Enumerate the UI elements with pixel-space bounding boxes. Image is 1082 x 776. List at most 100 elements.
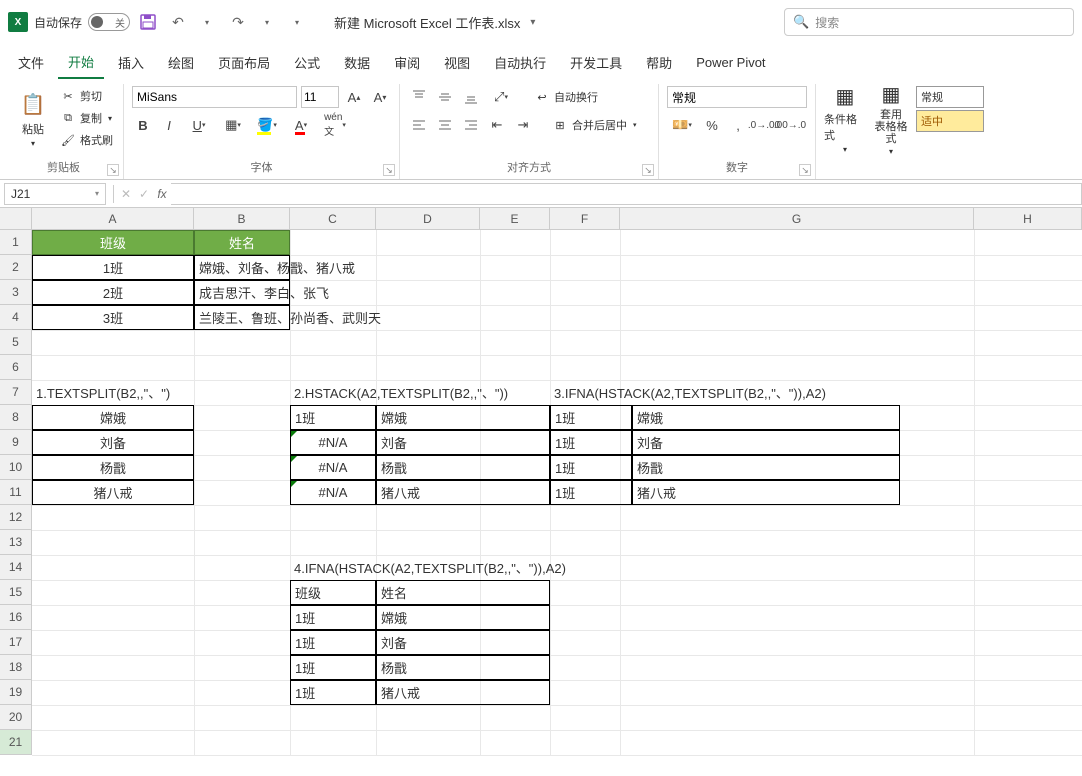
cell[interactable]: 杨戬 [376, 455, 550, 480]
row-header-11[interactable]: 11 [0, 480, 32, 505]
cell[interactable]: 姓名 [376, 580, 550, 605]
tab-开始[interactable]: 开始 [58, 46, 104, 79]
increase-indent-button[interactable]: ⇥ [512, 114, 534, 136]
format-as-table-button[interactable]: ▦ 套用 表格格式 ▾ [870, 86, 912, 152]
cell[interactable]: 兰陵王、鲁班、孙尚香、武则天 [194, 305, 290, 330]
col-header-H[interactable]: H [974, 208, 1082, 230]
cell[interactable]: 成吉思汗、李白、张飞 [194, 280, 290, 305]
align-bottom-button[interactable] [460, 86, 482, 108]
align-center-button[interactable] [434, 114, 456, 136]
insert-function-button[interactable]: fx [153, 185, 171, 203]
underline-button[interactable]: U▾ [184, 114, 214, 136]
cell[interactable]: 嫦娥 [376, 605, 550, 630]
conditional-format-button[interactable]: ▦ 条件格式 ▾ [824, 86, 866, 152]
font-size-select[interactable] [301, 86, 339, 108]
cell[interactable] [550, 405, 620, 430]
row-header-3[interactable]: 3 [0, 280, 32, 305]
col-header-G[interactable]: G [620, 208, 974, 230]
cell[interactable]: 猪八戒 [376, 680, 550, 705]
row-header-7[interactable]: 7 [0, 380, 32, 405]
undo-button[interactable]: ↶ [166, 10, 190, 34]
cell[interactable]: 刘备 [632, 430, 900, 455]
row-header-12[interactable]: 12 [0, 505, 32, 530]
cell[interactable]: 1.TEXTSPLIT(B2,,"、") [32, 380, 194, 405]
row-header-2[interactable]: 2 [0, 255, 32, 280]
undo-dropdown[interactable]: ▾ [196, 10, 220, 34]
decrease-decimal-button[interactable]: .00→.0 [779, 114, 801, 136]
document-dropdown[interactable]: ▾ [530, 17, 535, 28]
cell[interactable]: 杨戬 [632, 455, 900, 480]
merge-center-button[interactable]: ⊞合并后居中▾ [550, 115, 650, 135]
number-launcher[interactable]: ↘ [799, 164, 811, 176]
row-header-9[interactable]: 9 [0, 430, 32, 455]
format-painter-button[interactable]: 🖌格式刷 [58, 130, 115, 150]
row-header-16[interactable]: 16 [0, 605, 32, 630]
row-header-5[interactable]: 5 [0, 330, 32, 355]
cell[interactable] [550, 480, 620, 505]
cell[interactable]: 杨戬 [376, 655, 550, 680]
row-header-21[interactable]: 21 [0, 730, 32, 755]
cell[interactable]: 4.IFNA(HSTACK(A2,TEXTSPLIT(B2,,"、")),A2) [290, 555, 376, 580]
border-button[interactable]: ▦▾ [218, 114, 248, 136]
percent-button[interactable]: % [701, 114, 723, 136]
font-launcher[interactable]: ↘ [383, 164, 395, 176]
tab-审阅[interactable]: 审阅 [384, 47, 430, 78]
tab-帮助[interactable]: 帮助 [636, 47, 682, 78]
cell[interactable]: 嫦娥、刘备、杨戬、猪八戒 [194, 255, 290, 280]
row-header-10[interactable]: 10 [0, 455, 32, 480]
autosave-toggle[interactable]: 关 [88, 13, 130, 31]
wrap-text-button[interactable]: ↩自动换行 [532, 87, 622, 107]
align-right-button[interactable] [460, 114, 482, 136]
row-header-13[interactable]: 13 [0, 530, 32, 555]
col-header-B[interactable]: B [194, 208, 290, 230]
align-left-button[interactable] [408, 114, 430, 136]
search-box[interactable]: 🔍 搜索 [784, 8, 1074, 36]
accounting-format-button[interactable]: 💴▾ [667, 114, 697, 136]
cell[interactable]: 刘备 [376, 430, 550, 455]
name-box[interactable]: J21▾ [4, 183, 106, 205]
cell[interactable]: 1班 [32, 255, 194, 280]
cell[interactable]: 猪八戒 [32, 480, 194, 505]
cell[interactable] [550, 455, 620, 480]
row-header-17[interactable]: 17 [0, 630, 32, 655]
select-all-corner[interactable] [0, 208, 32, 230]
row-header-15[interactable]: 15 [0, 580, 32, 605]
cell[interactable]: 1班 [290, 630, 376, 655]
cell[interactable]: #N/A [290, 430, 376, 455]
bold-button[interactable]: B [132, 114, 154, 136]
col-header-D[interactable]: D [376, 208, 480, 230]
col-header-C[interactable]: C [290, 208, 376, 230]
phonetic-button[interactable]: wén文▾ [320, 114, 350, 136]
cell[interactable]: 2.HSTACK(A2,TEXTSPLIT(B2,,"、")) [290, 380, 376, 405]
row-header-8[interactable]: 8 [0, 405, 32, 430]
formula-input[interactable] [171, 183, 1082, 205]
cell[interactable]: 班级 [32, 230, 194, 255]
row-header-19[interactable]: 19 [0, 680, 32, 705]
cell[interactable]: 刘备 [32, 430, 194, 455]
tab-公式[interactable]: 公式 [284, 47, 330, 78]
redo-dropdown[interactable]: ▾ [256, 10, 280, 34]
row-header-1[interactable]: 1 [0, 230, 32, 255]
cells-area[interactable]: 班级姓名1班嫦娥、刘备、杨戬、猪八戒2班成吉思汗、李白、张飞3班兰陵王、鲁班、孙… [32, 230, 1082, 755]
cell[interactable]: 1班 [290, 605, 376, 630]
cell[interactable]: 猪八戒 [376, 480, 550, 505]
row-header-14[interactable]: 14 [0, 555, 32, 580]
tab-页面布局[interactable]: 页面布局 [208, 47, 280, 78]
cell[interactable]: 1班 [290, 405, 376, 430]
row-header-20[interactable]: 20 [0, 705, 32, 730]
cell[interactable]: 3.IFNA(HSTACK(A2,TEXTSPLIT(B2,,"、")),A2) [550, 380, 620, 405]
cell[interactable]: 2班 [32, 280, 194, 305]
qat-customize[interactable]: ▾ [286, 10, 310, 34]
cell[interactable]: 嫦娥 [632, 405, 900, 430]
cell[interactable]: 姓名 [194, 230, 290, 255]
increase-decimal-button[interactable]: .0→.00 [753, 114, 775, 136]
cell[interactable]: 嫦娥 [376, 405, 550, 430]
cell[interactable]: 3班 [32, 305, 194, 330]
comma-button[interactable]: , [727, 114, 749, 136]
orientation-button[interactable]: ⤢▾ [486, 86, 516, 108]
paste-button[interactable]: 📋 粘贴 ▾ [12, 86, 54, 152]
col-header-E[interactable]: E [480, 208, 550, 230]
row-header-6[interactable]: 6 [0, 355, 32, 380]
decrease-font-button[interactable]: A▾ [369, 86, 391, 108]
col-header-A[interactable]: A [32, 208, 194, 230]
